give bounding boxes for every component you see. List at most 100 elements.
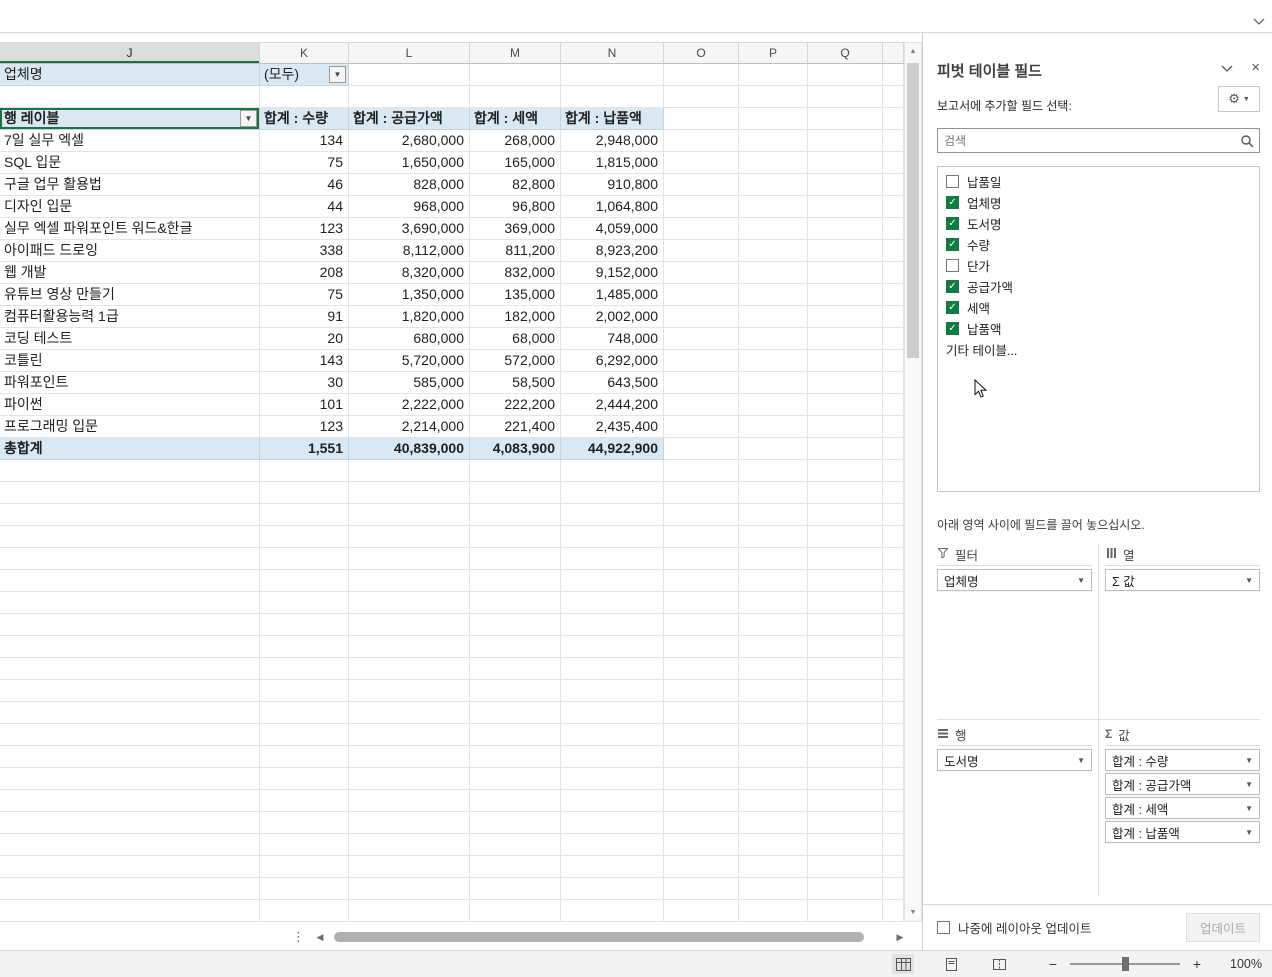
cell[interactable]	[470, 856, 561, 878]
cell[interactable]	[349, 658, 470, 680]
cell[interactable]	[739, 790, 808, 812]
cell[interactable]	[808, 900, 883, 922]
cell[interactable]	[0, 636, 260, 658]
cell[interactable]	[883, 482, 904, 504]
cell[interactable]	[664, 658, 739, 680]
cell[interactable]	[664, 812, 739, 834]
area-columns-items[interactable]: Σ 값 ▼	[1105, 565, 1260, 715]
cell[interactable]: 파워포인트	[0, 372, 260, 394]
cell[interactable]: 9,152,000	[561, 262, 664, 284]
cell[interactable]: 6,292,000	[561, 350, 664, 372]
cell[interactable]: 코틀린	[0, 350, 260, 372]
chevron-down-icon[interactable]: ▼	[1245, 576, 1253, 585]
cell[interactable]	[0, 680, 260, 702]
cell[interactable]	[260, 570, 349, 592]
cell[interactable]: 68,000	[470, 328, 561, 350]
cell[interactable]	[808, 570, 883, 592]
column-header-Q[interactable]: Q	[808, 42, 883, 64]
vertical-scrollbar[interactable]: ▲ ▼	[904, 42, 922, 922]
cell[interactable]	[470, 724, 561, 746]
cell[interactable]: 101	[260, 394, 349, 416]
cell[interactable]	[260, 548, 349, 570]
cell[interactable]	[739, 86, 808, 108]
cell[interactable]	[883, 416, 904, 438]
cell[interactable]	[664, 614, 739, 636]
cell[interactable]	[0, 570, 260, 592]
cell[interactable]	[808, 658, 883, 680]
cell[interactable]	[260, 900, 349, 922]
cell[interactable]	[349, 790, 470, 812]
row-labels-filter-icon[interactable]: ▼	[240, 110, 257, 127]
cell[interactable]	[470, 570, 561, 592]
cell[interactable]: 7일 실무 엑셀	[0, 130, 260, 152]
cell[interactable]: 합계 : 납품액	[561, 108, 664, 130]
cell[interactable]	[260, 812, 349, 834]
field-item[interactable]: ✓ 업체명	[938, 192, 1259, 213]
cell[interactable]	[808, 372, 883, 394]
cell[interactable]	[664, 680, 739, 702]
cell[interactable]	[0, 482, 260, 504]
cell[interactable]: 30	[260, 372, 349, 394]
cell[interactable]	[561, 856, 664, 878]
cell[interactable]	[883, 680, 904, 702]
cell[interactable]	[260, 504, 349, 526]
cell[interactable]: 디자인 입문	[0, 196, 260, 218]
cell[interactable]: SQL 입문	[0, 152, 260, 174]
cell[interactable]	[470, 768, 561, 790]
cell[interactable]	[561, 834, 664, 856]
cell[interactable]: 1,815,000	[561, 152, 664, 174]
cell[interactable]	[470, 746, 561, 768]
cell[interactable]	[883, 130, 904, 152]
cell[interactable]: 680,000	[349, 328, 470, 350]
cell[interactable]: 행 레이블 ▼	[0, 108, 260, 130]
cell[interactable]: 3,690,000	[349, 218, 470, 240]
cell[interactable]: 134	[260, 130, 349, 152]
cell[interactable]: 2,435,400	[561, 416, 664, 438]
cell[interactable]	[739, 64, 808, 86]
cell[interactable]	[883, 306, 904, 328]
cell[interactable]: 968,000	[349, 196, 470, 218]
field-item[interactable]: ✓ 도서명	[938, 213, 1259, 234]
chevron-down-icon[interactable]: ▼	[1077, 756, 1085, 765]
cell[interactable]	[664, 328, 739, 350]
cell[interactable]	[883, 504, 904, 526]
cell[interactable]: 832,000	[470, 262, 561, 284]
column-header-P[interactable]: P	[739, 42, 808, 64]
cell[interactable]	[260, 878, 349, 900]
cell[interactable]	[664, 834, 739, 856]
cell[interactable]	[561, 702, 664, 724]
cell[interactable]: 4,083,900	[470, 438, 561, 460]
cell[interactable]	[808, 174, 883, 196]
column-header-stub[interactable]	[883, 42, 904, 64]
cell[interactable]	[808, 482, 883, 504]
cell[interactable]: 268,000	[470, 130, 561, 152]
cell[interactable]	[664, 570, 739, 592]
more-tables-link[interactable]: 기타 테이블...	[938, 339, 1259, 360]
cell[interactable]	[470, 834, 561, 856]
area-item[interactable]: 합계 : 납품액 ▼	[1105, 821, 1260, 843]
area-item[interactable]: Σ 값 ▼	[1105, 569, 1260, 591]
cell[interactable]	[349, 526, 470, 548]
cell[interactable]	[883, 790, 904, 812]
cell[interactable]	[808, 856, 883, 878]
cell[interactable]	[739, 570, 808, 592]
cell[interactable]	[883, 108, 904, 130]
cell[interactable]	[561, 548, 664, 570]
cell[interactable]	[561, 900, 664, 922]
cell[interactable]	[664, 196, 739, 218]
normal-view-button[interactable]	[892, 954, 914, 974]
cell[interactable]	[349, 746, 470, 768]
cell[interactable]	[883, 218, 904, 240]
cell[interactable]: 4,059,000	[561, 218, 664, 240]
cell[interactable]	[739, 372, 808, 394]
cell[interactable]	[260, 658, 349, 680]
cell[interactable]	[664, 108, 739, 130]
cell[interactable]: 2,002,000	[561, 306, 664, 328]
cell[interactable]	[664, 240, 739, 262]
cell[interactable]	[470, 504, 561, 526]
cell[interactable]: 1,064,800	[561, 196, 664, 218]
area-rows-items[interactable]: 도서명 ▼	[937, 745, 1092, 895]
zoom-slider-thumb[interactable]	[1122, 957, 1129, 971]
cell[interactable]	[561, 724, 664, 746]
cell[interactable]	[349, 592, 470, 614]
